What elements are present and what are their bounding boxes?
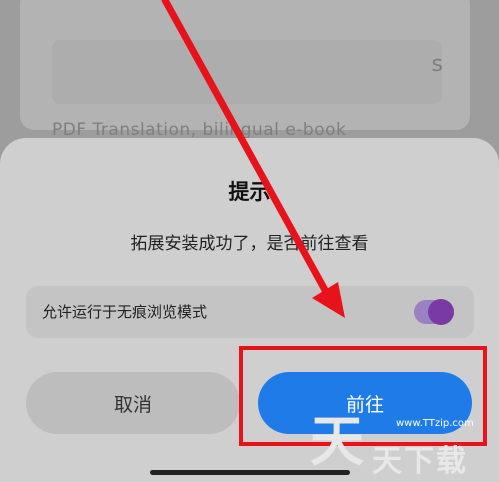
dialog-message: 拓展安装成功了，是否前往查看 <box>130 234 369 254</box>
watermark-url: www.TTzip.com <box>396 418 474 429</box>
incognito-option-label: 允许运行于无痕浏览模式 <box>42 303 208 321</box>
cancel-button[interactable]: 取消 <box>26 372 240 434</box>
background-subtitle: PDF Translation, bilingual e-book <box>52 120 347 140</box>
watermark-big: 天 <box>310 410 364 473</box>
background-row <box>52 40 442 104</box>
background-trailing-text: s <box>431 52 443 77</box>
toggle-knob <box>428 299 454 325</box>
watermark-small: 天下载 <box>372 444 468 479</box>
incognito-option-row[interactable]: 允许运行于无痕浏览模式 <box>26 286 474 338</box>
dialog-title: 提示 <box>228 180 271 204</box>
incognito-toggle[interactable] <box>414 299 454 325</box>
